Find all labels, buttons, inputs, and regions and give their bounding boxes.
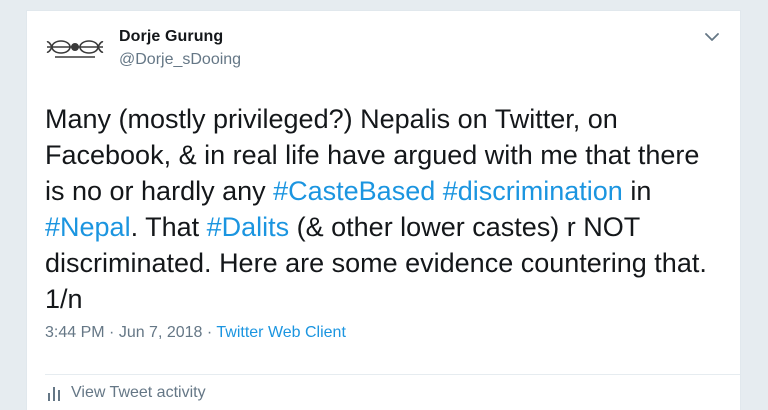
hashtag-nepal[interactable]: #Nepal	[45, 212, 131, 242]
view-tweet-activity-label: View Tweet activity	[71, 384, 206, 401]
tweet-text-segment	[435, 176, 443, 206]
divider	[45, 374, 740, 375]
vajra-logo-icon	[46, 40, 104, 58]
meta-separator: ·	[202, 324, 217, 341]
hashtag-dalits[interactable]: #Dalits	[207, 212, 290, 242]
tweet-meta: 3:44 PM · Jun 7, 2018 · Twitter Web Clie…	[45, 324, 346, 342]
tweet-card: Dorje Gurung @Dorje_sDooing Many (mostly…	[26, 10, 741, 410]
tweet-text-segment: . That	[130, 212, 207, 242]
hashtag-discrimination[interactable]: #discrimination	[443, 176, 623, 206]
tweet-text: Many (mostly privileged?) Nepalis on Twi…	[45, 101, 725, 317]
tweet-date[interactable]: Jun 7, 2018	[119, 324, 203, 341]
tweet-text-segment: in	[622, 176, 652, 206]
tweet-time[interactable]: 3:44 PM	[45, 324, 105, 341]
tweet-client-link[interactable]: Twitter Web Client	[216, 324, 346, 341]
meta-separator: ·	[104, 324, 119, 341]
author-name[interactable]: Dorje Gurung	[119, 28, 223, 46]
hashtag-castebased[interactable]: #CasteBased	[273, 176, 435, 206]
author-handle[interactable]: @Dorje_sDooing	[119, 51, 241, 69]
chevron-down-icon[interactable]	[702, 27, 722, 47]
view-tweet-activity-link[interactable]: View Tweet activity	[47, 384, 206, 402]
bar-chart-icon	[48, 387, 60, 401]
avatar[interactable]	[45, 29, 105, 65]
